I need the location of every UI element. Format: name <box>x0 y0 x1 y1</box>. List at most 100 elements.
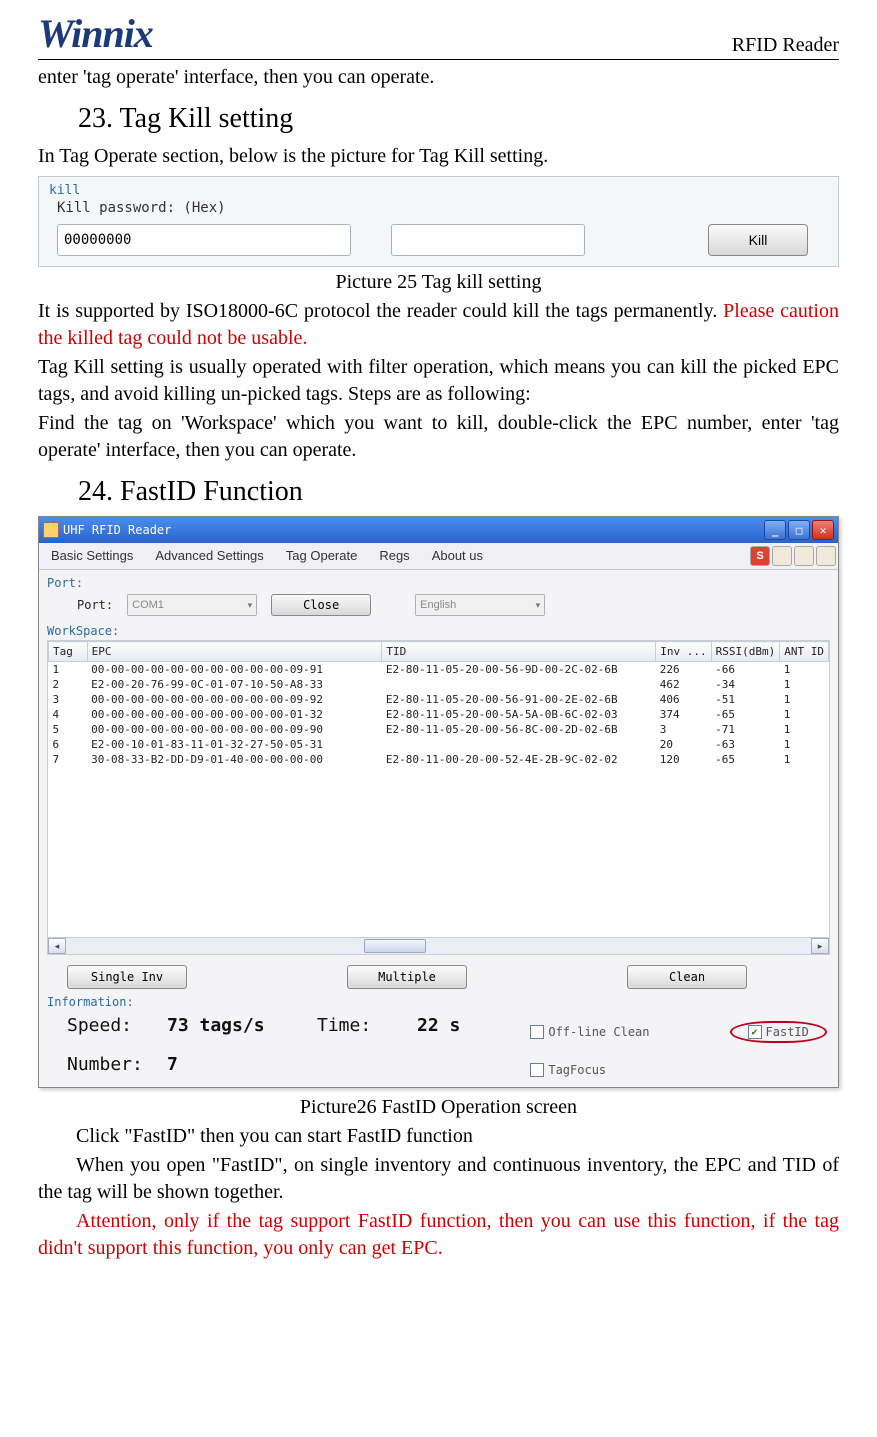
table-row[interactable]: 6E2-00-10-01-83-11-01-32-27-50-05-3120-6… <box>49 737 829 752</box>
section-24-heading: 24. FastID Function <box>78 476 839 508</box>
cell-tag: 4 <box>49 707 88 722</box>
window-close-button[interactable]: ✕ <box>812 520 834 540</box>
table-row[interactable]: 100-00-00-00-00-00-00-00-00-00-09-91E2-8… <box>49 662 829 678</box>
cell-ant: 1 <box>780 737 829 752</box>
menu-basic-settings[interactable]: Basic Settings <box>41 546 143 566</box>
scroll-thumb[interactable] <box>364 939 426 953</box>
picture25-caption: Picture 25 Tag kill setting <box>38 271 839 294</box>
tray-icon-1[interactable] <box>772 546 792 566</box>
window-title: UHF RFID Reader <box>63 523 171 537</box>
cell-tid: E2-80-11-05-20-00-56-8C-00-2D-02-6B <box>382 722 656 737</box>
language-select[interactable]: English▾ <box>415 594 545 616</box>
cell-epc: 00-00-00-00-00-00-00-00-00-00-09-91 <box>87 662 382 678</box>
menu-about-us[interactable]: About us <box>422 546 493 566</box>
cell-rssi: -66 <box>711 662 780 678</box>
cell-inv: 406 <box>656 692 711 707</box>
cell-rssi: -71 <box>711 722 780 737</box>
scroll-right-arrow[interactable]: ▸ <box>811 938 829 954</box>
cell-epc: 00-00-00-00-00-00-00-00-00-00-09-92 <box>87 692 382 707</box>
column-header[interactable]: ANT ID <box>780 642 829 662</box>
intro-line: enter 'tag operate' interface, then you … <box>38 64 839 91</box>
port-select[interactable]: COM1▾ <box>127 594 257 616</box>
cell-rssi: -63 <box>711 737 780 752</box>
kill-password-input[interactable] <box>57 224 351 256</box>
cell-epc: 00-00-00-00-00-00-00-00-00-00-01-32 <box>87 707 382 722</box>
cell-ant: 1 <box>780 722 829 737</box>
table-row[interactable]: 730-08-33-B2-DD-D9-01-40-00-00-00-00E2-8… <box>49 752 829 767</box>
cell-rssi: -34 <box>711 677 780 692</box>
cell-rssi: -65 <box>711 752 780 767</box>
port-group-label: Port: <box>47 576 830 590</box>
multiple-button[interactable]: Multiple <box>347 965 467 989</box>
cell-epc: 00-00-00-00-00-00-00-00-00-00-09-90 <box>87 722 382 737</box>
cell-inv: 374 <box>656 707 711 722</box>
fastid-checkbox[interactable]: ✔FastID <box>748 1025 809 1039</box>
cell-ant: 1 <box>780 662 829 678</box>
column-header[interactable]: Inv ... <box>656 642 711 662</box>
maximize-button[interactable]: □ <box>788 520 810 540</box>
ime-icon[interactable]: S <box>750 546 770 566</box>
speed-label: Speed: <box>67 1015 157 1036</box>
tray-icon-2[interactable] <box>794 546 814 566</box>
sec23-p1-black: It is supported by ISO18000-6C protocol … <box>38 300 723 322</box>
cell-inv: 462 <box>656 677 711 692</box>
cell-ant: 1 <box>780 692 829 707</box>
chevron-down-icon: ▾ <box>536 600 541 611</box>
cell-tid: E2-80-11-05-20-00-5A-5A-0B-6C-02-03 <box>382 707 656 722</box>
tray-icon-3[interactable] <box>816 546 836 566</box>
kill-button[interactable]: Kill <box>708 224 808 256</box>
kill-secondary-input[interactable] <box>391 224 585 256</box>
checkbox-checked-icon: ✔ <box>748 1025 762 1039</box>
offline-clean-checkbox[interactable]: Off-line Clean <box>530 1021 649 1043</box>
single-inv-button[interactable]: Single Inv <box>67 965 187 989</box>
table-row[interactable]: 400-00-00-00-00-00-00-00-00-00-01-32E2-8… <box>49 707 829 722</box>
column-header[interactable]: TID <box>382 642 656 662</box>
cell-ant: 1 <box>780 677 829 692</box>
menu-advanced-settings[interactable]: Advanced Settings <box>145 546 273 566</box>
column-header[interactable]: EPC <box>87 642 382 662</box>
cell-inv: 226 <box>656 662 711 678</box>
cell-inv: 20 <box>656 737 711 752</box>
brand-logo: Winnix <box>38 10 153 57</box>
menubar: Basic SettingsAdvanced SettingsTag Opera… <box>39 543 838 570</box>
cell-epc: 30-08-33-B2-DD-D9-01-40-00-00-00-00 <box>87 752 382 767</box>
page-header: Winnix RFID Reader <box>38 10 839 60</box>
cell-tag: 2 <box>49 677 88 692</box>
header-right: RFID Reader <box>732 34 839 57</box>
cell-ant: 1 <box>780 752 829 767</box>
cell-tag: 5 <box>49 722 88 737</box>
port-close-button[interactable]: Close <box>271 594 371 616</box>
menu-tag-operate[interactable]: Tag Operate <box>276 546 368 566</box>
table-row[interactable]: 500-00-00-00-00-00-00-00-00-00-09-90E2-8… <box>49 722 829 737</box>
cell-rssi: -65 <box>711 707 780 722</box>
cell-epc: E2-00-20-76-99-0C-01-07-10-50-A8-33 <box>87 677 382 692</box>
sec23-p1: It is supported by ISO18000-6C protocol … <box>38 298 839 352</box>
cell-tag: 1 <box>49 662 88 678</box>
offline-clean-label: Off-line Clean <box>548 1025 649 1039</box>
cell-rssi: -51 <box>711 692 780 707</box>
kill-group-label: kill <box>49 183 828 198</box>
column-header[interactable]: RSSI(dBm) <box>711 642 780 662</box>
sec23-lead: In Tag Operate section, below is the pic… <box>38 143 839 170</box>
tagfocus-checkbox[interactable]: TagFocus <box>530 1063 827 1077</box>
titlebar: UHF RFID Reader _ □ ✕ <box>39 517 838 543</box>
clean-button[interactable]: Clean <box>627 965 747 989</box>
menu-regs[interactable]: Regs <box>369 546 419 566</box>
workspace-label: WorkSpace: <box>47 624 830 638</box>
cell-tid: E2-80-11-00-20-00-52-4E-2B-9C-02-02 <box>382 752 656 767</box>
sec23-p3: Find the tag on 'Workspace' which you wa… <box>38 410 839 464</box>
speed-value: 73 tags/s <box>167 1015 307 1036</box>
cell-tid: E2-80-11-05-20-00-56-91-00-2E-02-6B <box>382 692 656 707</box>
scroll-left-arrow[interactable]: ◂ <box>48 938 66 954</box>
port-value: COM1 <box>132 599 164 611</box>
table-row[interactable]: 300-00-00-00-00-00-00-00-00-00-09-92E2-8… <box>49 692 829 707</box>
number-value: 7 <box>167 1054 178 1075</box>
horizontal-scrollbar[interactable]: ◂ ▸ <box>48 937 829 954</box>
cell-tid <box>382 677 656 692</box>
cell-tid <box>382 737 656 752</box>
column-header[interactable]: Tag <box>49 642 88 662</box>
table-row[interactable]: 2E2-00-20-76-99-0C-01-07-10-50-A8-33 462-… <box>49 677 829 692</box>
minimize-button[interactable]: _ <box>764 520 786 540</box>
picture26-caption: Picture26 FastID Operation screen <box>38 1096 839 1119</box>
time-label: Time: <box>317 1015 407 1036</box>
